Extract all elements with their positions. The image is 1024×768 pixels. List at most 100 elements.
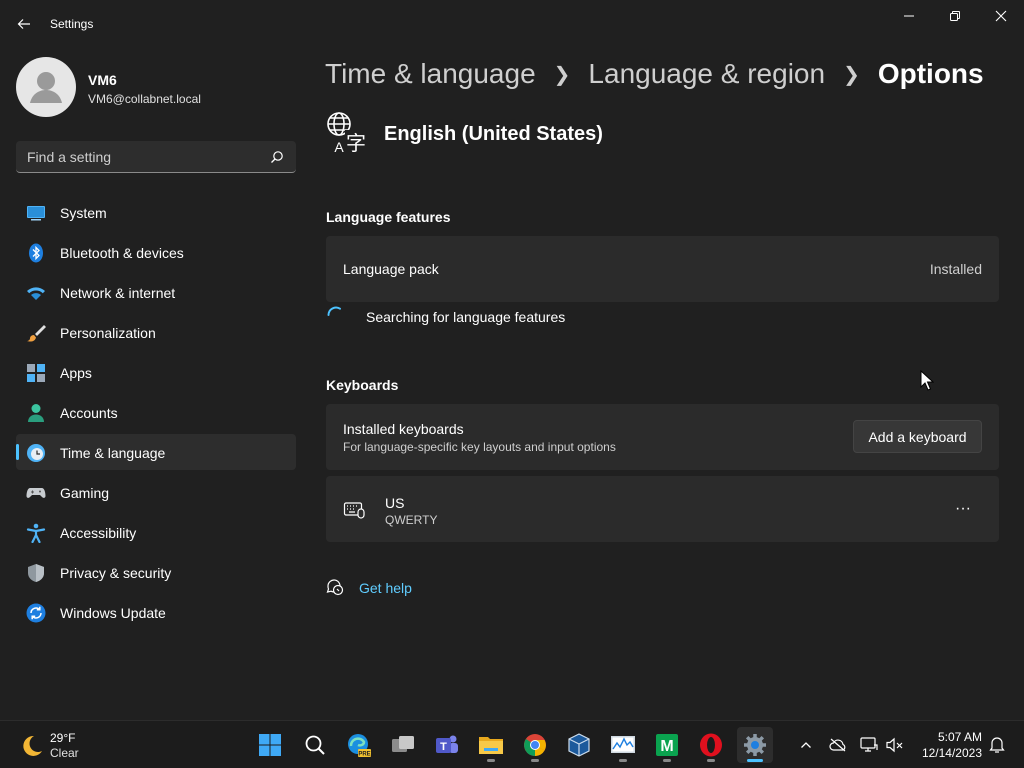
sidebar-item-label: Privacy & security — [60, 565, 172, 581]
user-profile[interactable]: VM6 VM6@collabnet.local — [16, 57, 296, 117]
taskbar-virtualbox[interactable] — [561, 727, 597, 763]
taskbar-file-explorer[interactable] — [473, 727, 509, 763]
show-hidden-icons-button[interactable] — [794, 733, 818, 757]
wifi-icon — [27, 287, 45, 300]
notifications-button[interactable] — [985, 733, 1009, 757]
sidebar-item-accounts[interactable]: Accounts — [16, 394, 296, 430]
running-indicator — [747, 759, 763, 762]
minimize-button[interactable] — [886, 0, 932, 32]
sidebar-item-windows-update[interactable]: Windows Update — [16, 594, 296, 630]
breadcrumb: Time & language ❯ Language & region ❯ Op… — [325, 58, 984, 90]
taskbar-search-button[interactable] — [297, 727, 333, 763]
taskbar-chrome[interactable] — [517, 727, 553, 763]
volume-muted-icon — [886, 737, 903, 753]
sidebar-item-time-language[interactable]: Time & language — [16, 434, 296, 470]
searching-text: Searching for language features — [366, 309, 566, 325]
user-email: VM6@collabnet.local — [88, 92, 201, 106]
cube-icon — [568, 733, 590, 757]
gaming-icon — [26, 488, 46, 498]
language-pack-card[interactable]: Language pack Installed — [326, 236, 999, 302]
keyboard-us-card: US QWERTY ··· — [326, 476, 999, 542]
sidebar-item-apps[interactable]: Apps — [16, 354, 296, 390]
section-title-keyboards: Keyboards — [326, 377, 399, 393]
section-title-language-features: Language features — [326, 209, 451, 225]
network-tray[interactable] — [857, 733, 881, 757]
opera-icon — [700, 733, 722, 757]
brush-icon — [27, 325, 46, 342]
taskbar-edge-preview[interactable]: PRE — [341, 727, 377, 763]
taskbar-clock[interactable]: 5:07 AM 12/14/2023 — [910, 729, 982, 761]
sidebar-item-label: Accessibility — [60, 525, 137, 541]
page-title: Options — [877, 58, 984, 89]
get-help[interactable]: Get help — [326, 576, 526, 600]
sidebar-item-label: Bluetooth & devices — [60, 245, 184, 261]
more-options-button[interactable]: ··· — [947, 493, 979, 525]
keyboard-icon — [343, 502, 365, 519]
close-button[interactable] — [978, 0, 1024, 32]
svg-text:T: T — [440, 741, 447, 753]
sidebar-nav: System Bluetooth & devices Network & int… — [16, 194, 296, 634]
taskbar: 29°F Clear PRE T M 5:07 AM 12/14/2023 — [0, 720, 1024, 768]
sidebar-item-system[interactable]: System — [16, 194, 296, 230]
language-name: English (United States) — [384, 123, 603, 145]
network-icon — [860, 737, 878, 752]
gear-icon — [744, 734, 766, 756]
taskbar-performance-monitor[interactable] — [605, 727, 641, 763]
loading-spinner-icon — [327, 306, 341, 316]
breadcrumb-language-region[interactable]: Language & region — [588, 58, 825, 90]
m-app-icon: M — [656, 734, 678, 756]
sidebar-item-label: Windows Update — [60, 605, 166, 621]
search-icon — [305, 735, 325, 755]
search-input[interactable] — [16, 141, 266, 172]
volume-tray[interactable] — [883, 733, 907, 757]
taskbar-teams[interactable]: T — [429, 727, 465, 763]
svg-text:PRE: PRE — [358, 752, 370, 758]
running-indicator — [531, 759, 539, 762]
start-button[interactable] — [252, 727, 288, 763]
svg-text:M: M — [660, 738, 673, 755]
taskbar-opera[interactable] — [693, 727, 729, 763]
weather-condition: Clear — [50, 746, 79, 760]
breadcrumb-time-language[interactable]: Time & language — [325, 58, 536, 90]
restore-button[interactable] — [932, 0, 978, 32]
installed-keyboards-title: Installed keyboards — [343, 421, 464, 437]
taskbar-settings[interactable] — [737, 727, 773, 763]
keyboard-name: US — [385, 495, 405, 511]
folder-icon — [479, 737, 503, 754]
chevron-right-icon: ❯ — [843, 63, 860, 86]
svg-text:A: A — [334, 139, 344, 154]
sidebar-item-label: System — [60, 205, 107, 221]
update-icon — [26, 603, 46, 623]
sidebar-item-accessibility[interactable]: Accessibility — [16, 514, 296, 550]
onedrive-tray[interactable] — [826, 733, 850, 757]
sidebar-item-bluetooth[interactable]: Bluetooth & devices — [16, 234, 296, 270]
add-keyboard-button[interactable]: Add a keyboard — [853, 420, 982, 453]
close-icon — [995, 10, 1007, 22]
get-help-link[interactable]: Get help — [359, 580, 412, 596]
shield-icon — [28, 564, 44, 582]
search-box[interactable] — [16, 141, 296, 173]
time-language-icon — [27, 444, 45, 462]
teams-icon: T — [436, 735, 458, 753]
monitor-chart-icon — [611, 736, 635, 753]
searching-indicator: Searching for language features — [326, 305, 726, 329]
weather-widget[interactable]: 29°F Clear — [18, 729, 138, 761]
sidebar-item-gaming[interactable]: Gaming — [16, 474, 296, 510]
help-icon — [326, 579, 344, 596]
bell-icon — [989, 737, 1005, 753]
installed-keyboards-card: Installed keyboards For language-specifi… — [326, 404, 999, 470]
sidebar-item-network[interactable]: Network & internet — [16, 274, 296, 310]
sidebar-item-label: Time & language — [60, 445, 166, 461]
taskbar-task-view[interactable] — [385, 727, 421, 763]
keyboard-layout: QWERTY — [385, 513, 438, 527]
task-view-icon — [392, 736, 414, 752]
taskbar-m-app[interactable]: M — [649, 727, 685, 763]
running-indicator — [619, 759, 627, 762]
bluetooth-icon — [29, 243, 43, 263]
app-title: Settings — [50, 17, 94, 31]
sidebar-item-personalization[interactable]: Personalization — [16, 314, 296, 350]
title-bar: Settings — [0, 0, 1024, 48]
back-button[interactable] — [10, 10, 38, 38]
sidebar-item-privacy[interactable]: Privacy & security — [16, 554, 296, 590]
clock-date: 12/14/2023 — [921, 746, 982, 760]
